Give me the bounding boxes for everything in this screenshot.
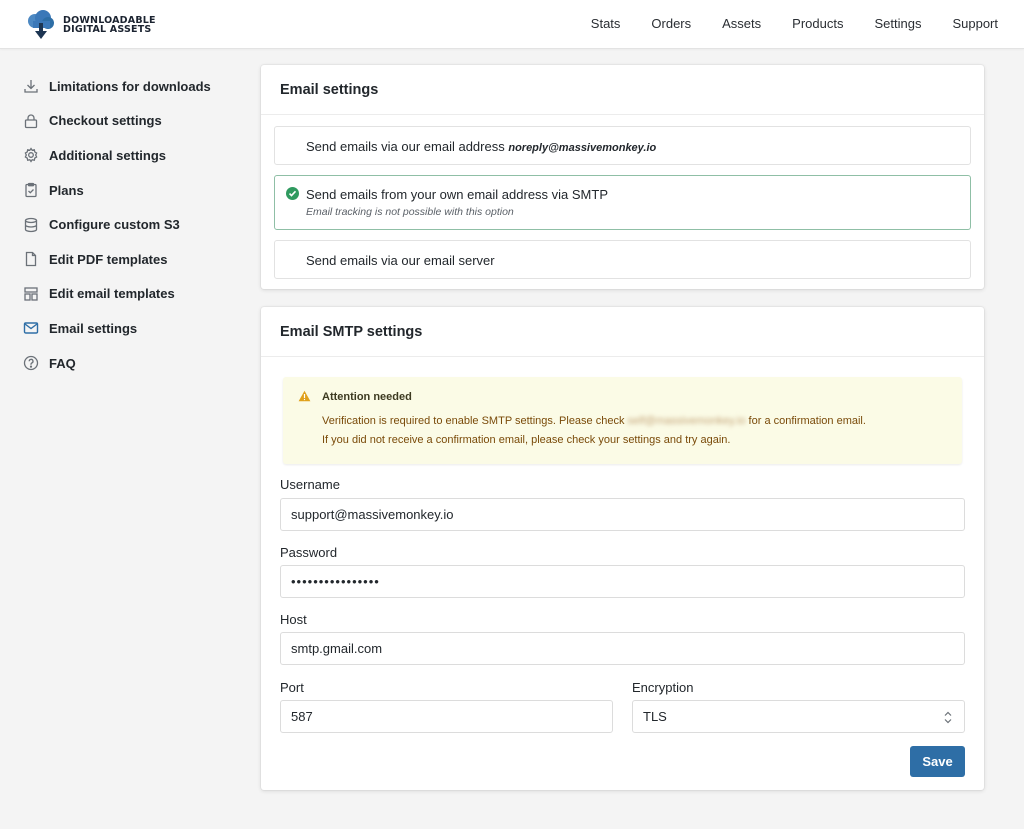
sidebar-item-label: FAQ — [49, 355, 76, 371]
port-field[interactable]: 587 — [280, 700, 613, 733]
nav-orders[interactable]: Orders — [651, 16, 691, 32]
sidebar-item-label: Email settings — [49, 320, 138, 336]
password-field[interactable]: •••••••••••••••• — [280, 565, 965, 598]
save-button[interactable]: Save — [910, 746, 965, 777]
encryption-label: Encryption — [632, 680, 694, 695]
option-label-text: Send emails via our email address — [306, 139, 505, 154]
option-our-email-server[interactable]: Send emails via our email server — [274, 240, 971, 279]
main-nav: Stats Orders Assets Products Settings Su… — [591, 16, 998, 32]
select-arrows-icon — [944, 711, 952, 724]
sidebar-item-email-settings[interactable]: Email settings — [22, 311, 242, 346]
clipboard-icon — [22, 181, 40, 199]
sidebar-item-label: Edit email templates — [49, 286, 175, 302]
sidebar-item-limitations[interactable]: Limitations for downloads — [22, 69, 242, 104]
sidebar-item-label: Limitations for downloads — [49, 78, 211, 94]
alert-title: Attention needed — [322, 391, 412, 403]
sidebar-item-pdf-templates[interactable]: Edit PDF templates — [22, 242, 242, 277]
sidebar-item-label: Configure custom S3 — [49, 217, 180, 233]
password-label: Password — [280, 545, 338, 560]
port-label: Port — [280, 680, 304, 695]
noreply-address: noreply@massivemonkey.io — [508, 142, 657, 154]
document-icon — [22, 250, 40, 268]
option-label: Send emails via our email address norepl… — [306, 139, 656, 154]
smtp-settings-title: Email SMTP settings — [261, 307, 984, 357]
alert-message-line-1: Verification is required to enable SMTP … — [322, 415, 866, 427]
sidebar-item-label: Plans — [49, 182, 84, 198]
option-note: Email tracking is not possible with this… — [306, 206, 514, 218]
encryption-select[interactable]: TLS — [632, 700, 965, 733]
question-icon — [22, 354, 40, 372]
sidebar-item-label: Additional settings — [49, 147, 166, 163]
email-settings-title: Email settings — [261, 65, 984, 115]
nav-settings[interactable]: Settings — [874, 16, 921, 32]
sidebar-item-s3[interactable]: Configure custom S3 — [22, 207, 242, 242]
attention-alert: Attention needed Verification is require… — [283, 377, 962, 464]
top-bar: DOWNLOADABLE DIGITAL ASSETS Stats Orders… — [0, 0, 1024, 49]
alert-text: for a confirmation email. — [748, 415, 866, 427]
username-field[interactable]: support@massivemonkey.io — [280, 498, 965, 531]
sidebar-item-plans[interactable]: Plans — [22, 173, 242, 208]
settings-sidebar: Limitations for downloads Checkout setti… — [22, 69, 242, 380]
lock-icon — [22, 112, 40, 130]
alert-message-line-2: If you did not receive a confirmation em… — [322, 434, 731, 446]
nav-assets[interactable]: Assets — [722, 16, 761, 32]
option-our-email-address[interactable]: Send emails via our email address norepl… — [274, 126, 971, 165]
gear-icon — [22, 146, 40, 164]
database-icon — [22, 216, 40, 234]
brand-logo[interactable]: DOWNLOADABLE DIGITAL ASSETS — [26, 9, 156, 41]
sidebar-item-faq[interactable]: FAQ — [22, 346, 242, 381]
hidden-email: self@massivemonkey.io — [627, 415, 746, 427]
smtp-settings-card: Email SMTP settings Attention needed Ver… — [261, 307, 984, 790]
option-label: Send emails via our email server — [306, 253, 495, 268]
nav-stats[interactable]: Stats — [591, 16, 621, 32]
sidebar-item-checkout[interactable]: Checkout settings — [22, 104, 242, 139]
host-field[interactable]: smtp.gmail.com — [280, 632, 965, 665]
envelope-icon — [22, 319, 40, 337]
check-circle-icon — [286, 187, 299, 200]
nav-support[interactable]: Support — [952, 16, 998, 32]
nav-products[interactable]: Products — [792, 16, 843, 32]
sidebar-item-additional[interactable]: Additional settings — [22, 138, 242, 173]
download-icon — [22, 77, 40, 95]
brand-line-2: DIGITAL ASSETS — [63, 24, 152, 35]
warning-icon — [298, 390, 311, 402]
encryption-value: TLS — [643, 709, 667, 724]
cloud-download-icon — [28, 10, 54, 39]
alert-text: Verification is required to enable SMTP … — [322, 415, 625, 427]
option-label: Send emails from your own email address … — [306, 187, 609, 202]
sidebar-item-email-templates[interactable]: Edit email templates — [22, 277, 242, 312]
option-own-smtp[interactable]: Send emails from your own email address … — [274, 175, 971, 230]
sidebar-item-label: Checkout settings — [49, 113, 162, 129]
email-settings-card: Email settings Send emails via our email… — [261, 65, 984, 289]
username-label: Username — [280, 477, 340, 492]
sidebar-item-label: Edit PDF templates — [49, 251, 168, 267]
template-icon — [22, 285, 40, 303]
host-label: Host — [280, 612, 307, 627]
